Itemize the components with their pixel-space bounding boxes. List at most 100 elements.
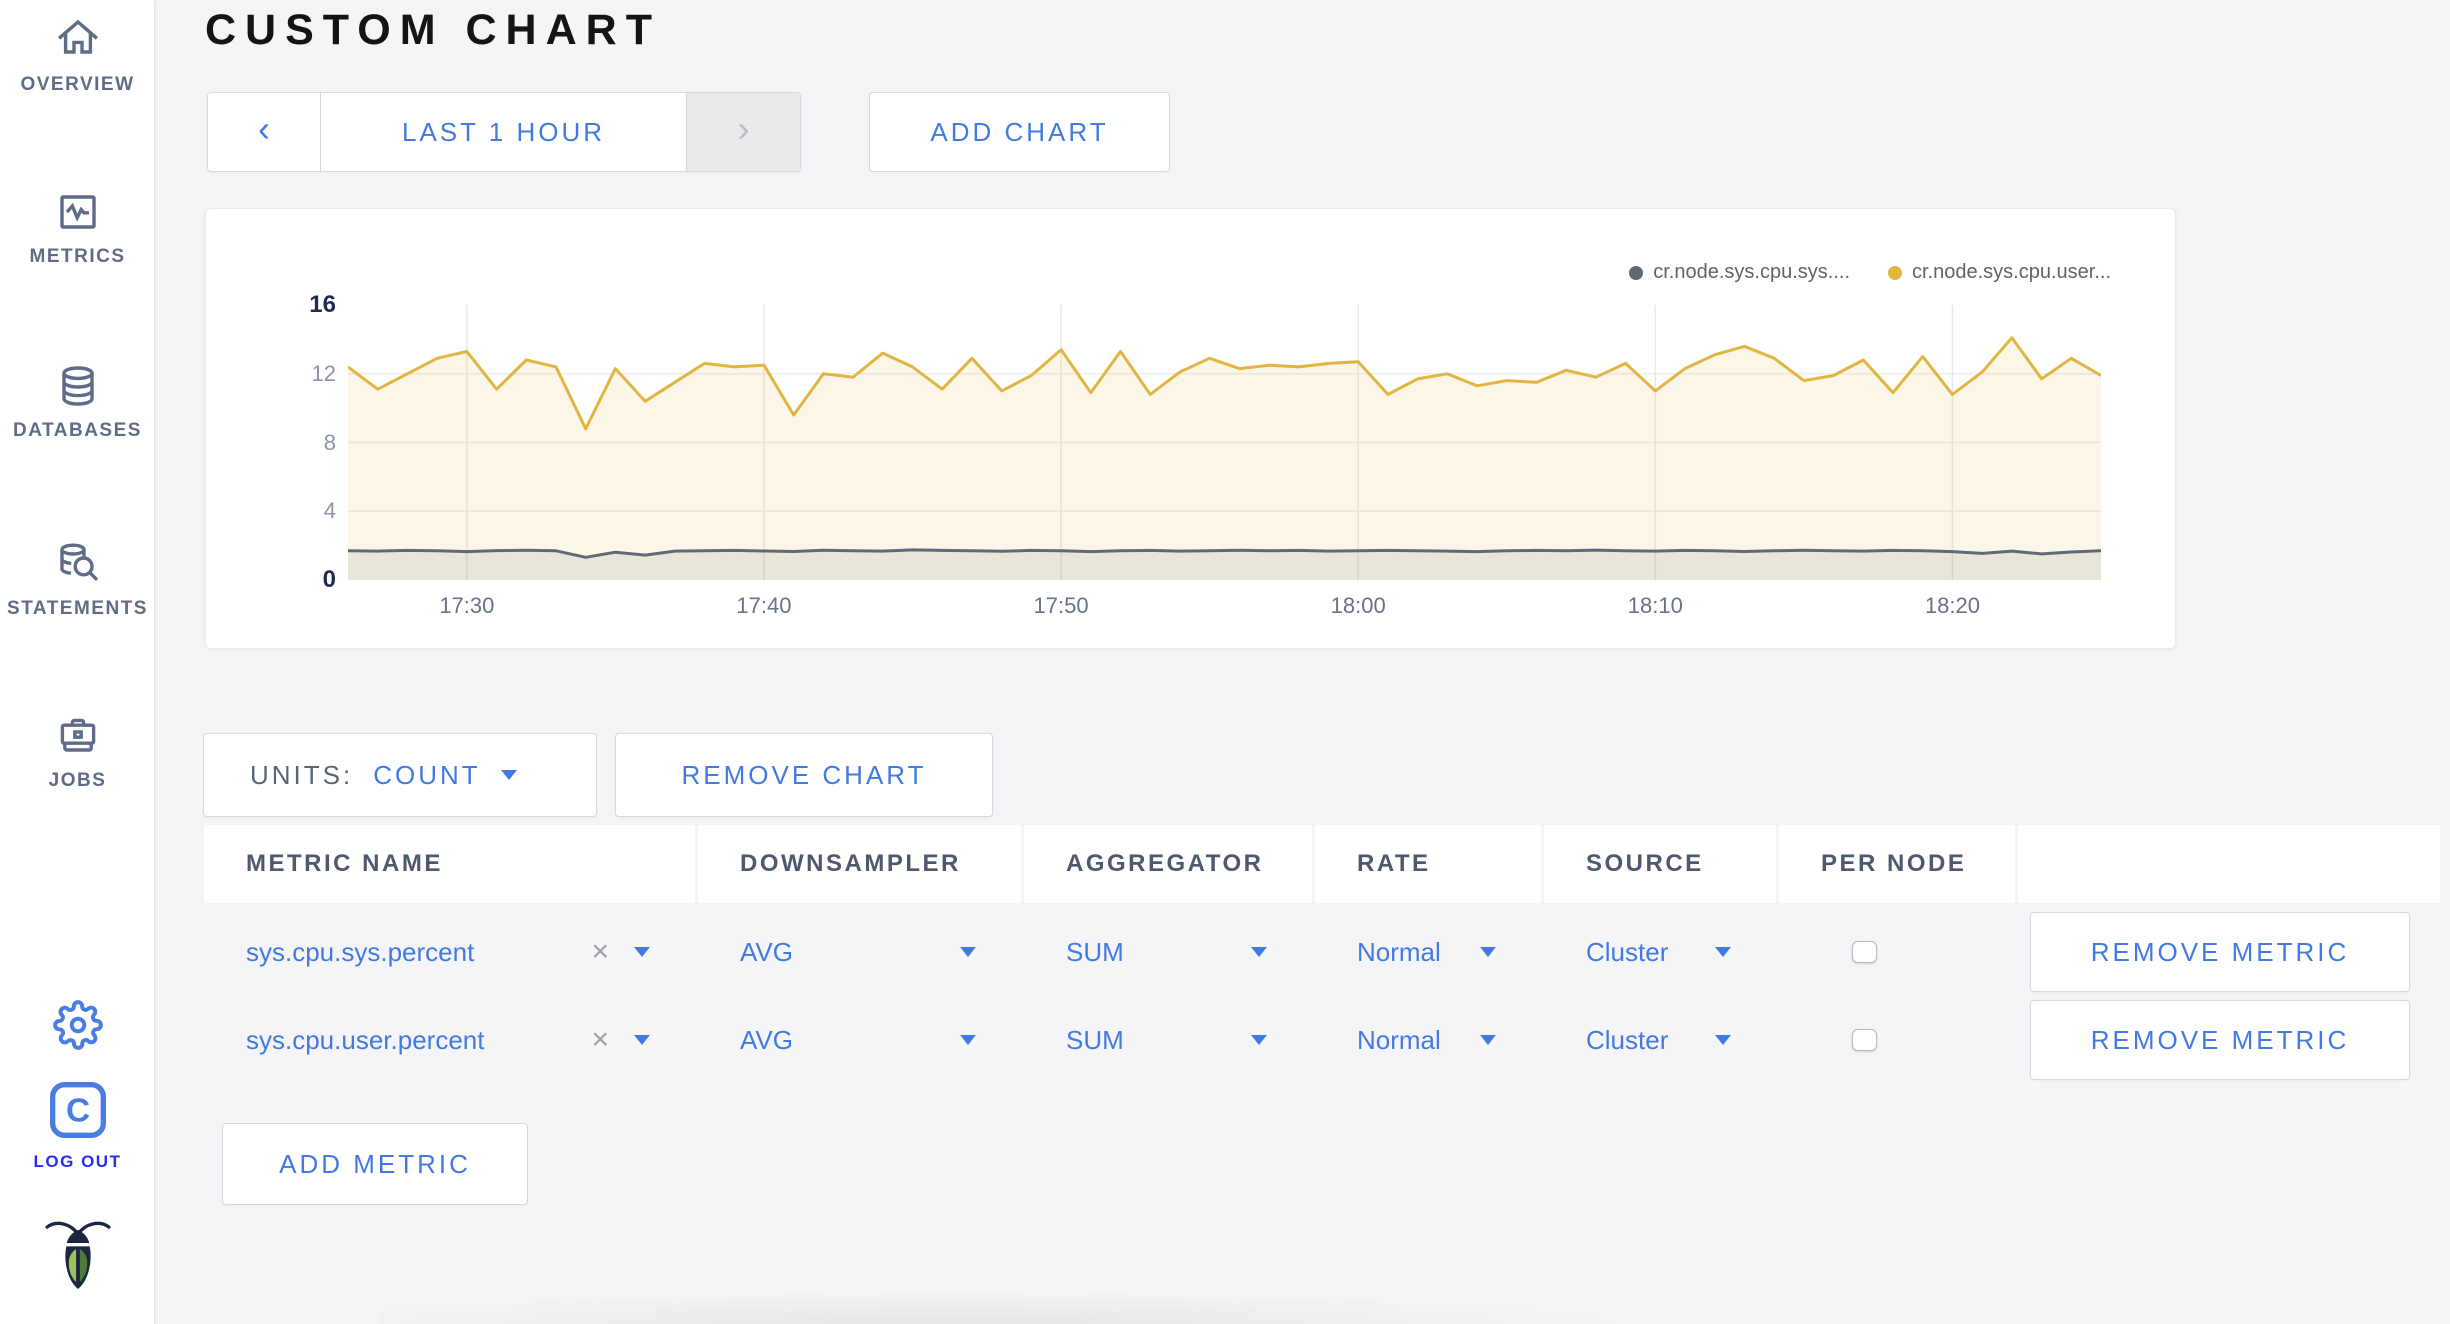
caret-down-icon[interactable] xyxy=(1715,947,1731,957)
statements-icon xyxy=(0,540,155,588)
remove-chart-button[interactable]: REMOVE CHART xyxy=(615,733,993,817)
column-header-metric-name: METRIC NAME xyxy=(204,825,695,903)
sidebar-item-databases[interactable]: DATABASES xyxy=(0,362,155,442)
caret-down-icon[interactable] xyxy=(1715,1035,1731,1045)
sidebar-item-logout[interactable]: C LOG OUT xyxy=(0,1078,155,1172)
per-node-checkbox[interactable] xyxy=(1852,941,1877,963)
per-node-cell xyxy=(1779,908,2015,996)
legend-item-user[interactable]: cr.node.sys.cpu.user... xyxy=(1888,261,2111,284)
clear-metric-icon[interactable]: × xyxy=(591,1025,609,1055)
per-node-checkbox[interactable] xyxy=(1852,1029,1877,1051)
x-axis-labels: 17:30 17:40 17:50 18:00 18:10 18:20 xyxy=(348,593,2101,627)
caret-down-icon[interactable] xyxy=(960,1035,976,1045)
caret-down-icon[interactable] xyxy=(1251,1035,1267,1045)
caret-down-icon[interactable] xyxy=(1480,947,1496,957)
chevron-left-icon: ‹ xyxy=(258,108,270,149)
downsampler-cell: AVG xyxy=(698,908,1021,996)
downsampler-select[interactable]: AVG xyxy=(740,1025,793,1056)
cockroachdb-logo xyxy=(0,1213,155,1299)
add-metric-button[interactable]: ADD METRIC xyxy=(222,1123,528,1205)
caret-down-icon xyxy=(500,770,517,780)
aggregator-cell: SUM xyxy=(1024,908,1312,996)
y-axis-labels: 16 12 8 4 0 xyxy=(206,209,336,648)
downsampler-cell: AVG xyxy=(698,996,1021,1084)
chart-plot-area xyxy=(347,305,2102,580)
aggregator-cell: SUM xyxy=(1024,996,1312,1084)
metric-name-value[interactable]: sys.cpu.user.percent xyxy=(246,1025,484,1056)
units-value: COUNT xyxy=(373,759,481,790)
column-header-downsampler: DOWNSAMPLER xyxy=(698,825,1021,903)
rate-cell: Normal xyxy=(1315,996,1541,1084)
rate-select[interactable]: Normal xyxy=(1357,1025,1441,1056)
sidebar-item-label: STATEMENTS xyxy=(7,598,148,619)
caret-down-icon[interactable] xyxy=(1251,947,1267,957)
downsampler-select[interactable]: AVG xyxy=(740,937,793,968)
logout-label: LOG OUT xyxy=(33,1152,122,1171)
column-header-per-node: PER NODE xyxy=(1779,825,2015,903)
actions-cell: REMOVE METRIC xyxy=(2018,996,2440,1084)
column-header-actions xyxy=(2018,825,2440,903)
x-axis-tick: 17:40 xyxy=(736,593,792,618)
units-label: UNITS: xyxy=(250,759,354,790)
time-range-prev-button[interactable]: ‹ xyxy=(208,93,320,171)
time-range-next-button[interactable]: › xyxy=(686,93,800,171)
sidebar-item-label: METRICS xyxy=(29,246,126,267)
x-axis-tick: 17:30 xyxy=(439,593,495,618)
database-icon xyxy=(0,362,155,410)
logout-c-icon: C xyxy=(0,1078,155,1142)
rate-select[interactable]: Normal xyxy=(1357,937,1441,968)
gear-icon xyxy=(0,1000,155,1050)
remove-metric-button[interactable]: REMOVE METRIC xyxy=(2030,1000,2410,1080)
caret-down-icon[interactable] xyxy=(960,947,976,957)
source-select[interactable]: Cluster xyxy=(1586,1025,1668,1056)
legend-item-sys[interactable]: cr.node.sys.cpu.sys.... xyxy=(1629,261,1850,284)
per-node-cell xyxy=(1779,996,2015,1084)
jobs-icon xyxy=(0,712,155,760)
clear-metric-icon[interactable]: × xyxy=(591,937,609,967)
add-chart-button[interactable]: ADD CHART xyxy=(869,92,1170,172)
x-axis-tick: 17:50 xyxy=(1033,593,1089,618)
metric-name-value[interactable]: sys.cpu.sys.percent xyxy=(246,937,474,968)
page-title: CUSTOM CHART xyxy=(205,6,661,54)
sidebar-item-label: DATABASES xyxy=(13,420,142,441)
y-axis-tick: 4 xyxy=(323,498,336,524)
cockroach-bug-icon xyxy=(0,1213,155,1299)
sidebar-item-statements[interactable]: STATEMENTS xyxy=(0,540,155,620)
y-axis-tick: 8 xyxy=(323,429,336,455)
remove-metric-button[interactable]: REMOVE METRIC xyxy=(2030,912,2410,992)
rate-cell: Normal xyxy=(1315,908,1541,996)
caret-down-icon[interactable] xyxy=(1480,1035,1496,1045)
y-axis-tick: 16 xyxy=(309,291,336,318)
column-header-source: SOURCE xyxy=(1544,825,1776,903)
column-header-aggregator: AGGREGATOR xyxy=(1024,825,1312,903)
sidebar-item-label: OVERVIEW xyxy=(20,74,135,95)
x-axis-tick: 18:10 xyxy=(1627,593,1683,618)
aggregator-select[interactable]: SUM xyxy=(1066,1025,1124,1056)
time-range-label[interactable]: LAST 1 HOUR xyxy=(320,93,686,171)
sidebar-item-label: JOBS xyxy=(48,770,107,791)
chart-card: cr.node.sys.cpu.sys.... cr.node.sys.cpu.… xyxy=(205,208,2176,649)
sidebar-item-overview[interactable]: OVERVIEW xyxy=(0,16,155,96)
time-range-selector: ‹ LAST 1 HOUR › xyxy=(207,92,801,172)
metrics-table-header: METRIC NAME DOWNSAMPLER AGGREGATOR RATE … xyxy=(0,825,2450,903)
chart-legend: cr.node.sys.cpu.sys.... cr.node.sys.cpu.… xyxy=(1629,261,2111,284)
metric-name-cell: sys.cpu.user.percent × xyxy=(204,996,695,1084)
metric-row: sys.cpu.user.percent × AVG SUM Normal Cl… xyxy=(0,996,2450,1084)
x-axis-tick: 18:20 xyxy=(1924,593,1980,618)
bottom-shadow xyxy=(380,1278,2020,1324)
units-dropdown[interactable]: UNITS: COUNT xyxy=(203,733,597,817)
caret-down-icon[interactable] xyxy=(634,1035,650,1045)
legend-dot-user xyxy=(1888,265,1902,280)
aggregator-select[interactable]: SUM xyxy=(1066,937,1124,968)
sidebar-item-settings[interactable] xyxy=(0,1000,155,1050)
source-cell: Cluster xyxy=(1544,908,1776,996)
caret-down-icon[interactable] xyxy=(634,947,650,957)
sidebar-item-metrics[interactable]: METRICS xyxy=(0,188,155,268)
metrics-icon xyxy=(0,188,155,236)
metric-name-cell: sys.cpu.sys.percent × xyxy=(204,908,695,996)
y-axis-tick: 0 xyxy=(322,566,336,593)
source-select[interactable]: Cluster xyxy=(1586,937,1668,968)
sidebar-item-jobs[interactable]: JOBS xyxy=(0,712,155,792)
legend-dot-sys xyxy=(1629,265,1644,280)
legend-label-sys: cr.node.sys.cpu.sys.... xyxy=(1653,261,1850,283)
